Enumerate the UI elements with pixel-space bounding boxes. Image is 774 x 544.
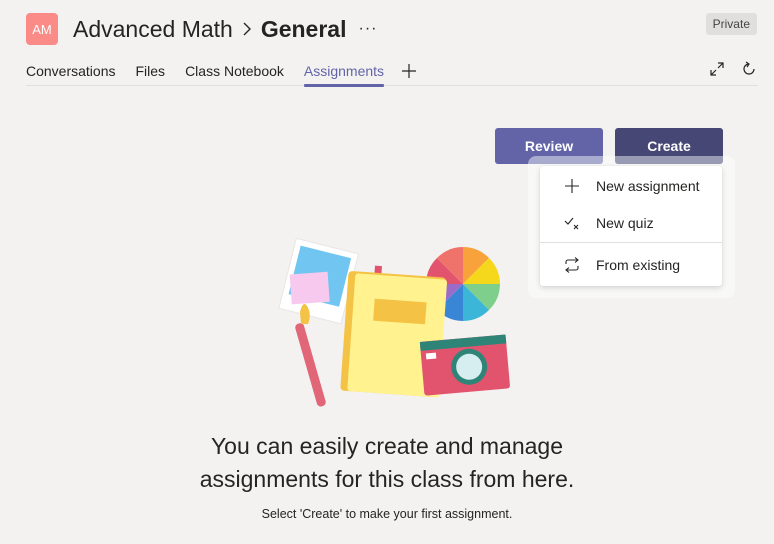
chevron-right-icon: [241, 22, 253, 36]
channel-header: AM Advanced Math General ··· Private Con…: [0, 0, 774, 90]
menu-item-label: From existing: [596, 257, 681, 273]
plus-icon: [564, 178, 580, 194]
tab-tools: [708, 60, 758, 78]
tab-conversations[interactable]: Conversations: [26, 60, 116, 86]
menu-divider: [540, 242, 722, 243]
tab-files[interactable]: Files: [136, 60, 166, 86]
add-tab-plus-icon[interactable]: [402, 60, 418, 82]
create-menu: New assignment New quiz From existing: [540, 166, 722, 286]
paintbrush-icon: [295, 304, 326, 407]
breadcrumb: Advanced Math General ···: [73, 13, 377, 45]
tab-class-notebook[interactable]: Class Notebook: [185, 60, 284, 86]
empty-state-heading-line1: You can easily create and manage: [210, 433, 564, 459]
menu-item-new-quiz[interactable]: New quiz: [540, 207, 722, 239]
empty-state-heading: You can easily create and manage assignm…: [0, 430, 774, 496]
privacy-badge: Private: [705, 13, 757, 35]
refresh-icon[interactable]: [740, 60, 758, 78]
empty-state-illustration: [270, 230, 520, 410]
menu-item-label: New assignment: [596, 178, 700, 194]
menu-item-label: New quiz: [596, 215, 654, 231]
quiz-check-icon: [564, 215, 580, 231]
reuse-arrows-icon: [564, 257, 580, 273]
channel-tabs: Conversations Files Class Notebook Assig…: [26, 60, 758, 87]
camera-icon: [419, 334, 510, 396]
class-avatar[interactable]: AM: [26, 13, 58, 45]
empty-state-heading-line2: assignments for this class from here.: [199, 466, 575, 492]
menu-item-from-existing[interactable]: From existing: [540, 249, 722, 281]
empty-state-subtext: Select 'Create' to make your first assig…: [261, 507, 513, 521]
more-options-icon[interactable]: ···: [358, 20, 377, 38]
class-name[interactable]: Advanced Math: [73, 16, 233, 43]
tab-assignments[interactable]: Assignments: [303, 60, 385, 87]
expand-icon[interactable]: [708, 60, 726, 78]
channel-name[interactable]: General: [261, 16, 347, 43]
menu-item-new-assignment[interactable]: New assignment: [540, 170, 722, 202]
